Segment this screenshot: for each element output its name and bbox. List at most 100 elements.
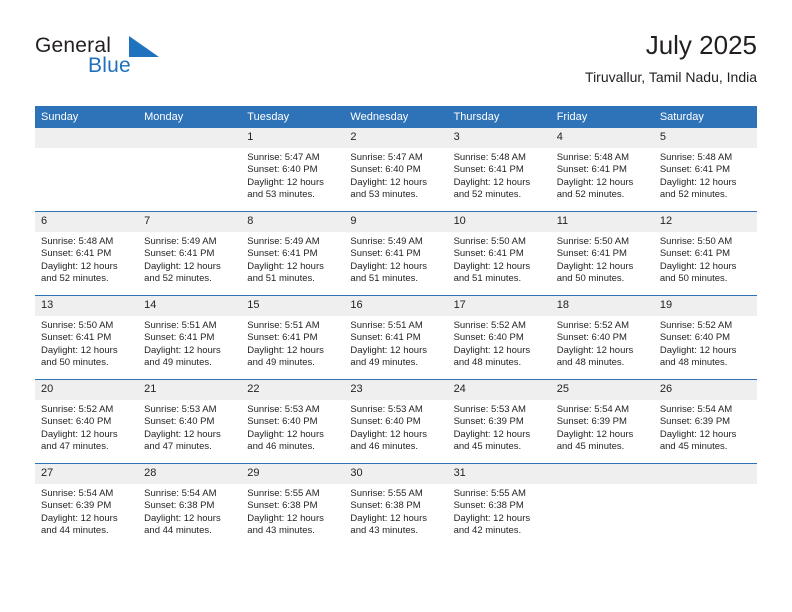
calendar-day-cell[interactable]: 18 Sunrise: 5:52 AM Sunset: 6:40 PM Dayligh… [550, 295, 654, 380]
day-number: 6 [35, 212, 139, 232]
day-details: Sunrise: 5:52 AM Sunset: 6:40 PM Daylight:… [35, 400, 138, 454]
sunset-text: Sunset: 6:40 PM [144, 416, 215, 428]
calendar-day-cell[interactable]: 5 Sunrise: 5:48 AM Sunset: 6:41 PM Daylight… [653, 128, 757, 212]
sunrise-text: Sunrise: 5:49 AM [350, 236, 423, 247]
sunset-text: Sunset: 6:41 PM [41, 248, 112, 260]
calendar-day-cell[interactable]: 21 Sunrise: 5:53 AM Sunset: 6:40 PM Dayligh… [138, 379, 242, 464]
weekday-header-friday: Friday [550, 106, 654, 128]
calendar-empty-cell [138, 128, 242, 212]
calendar-day-cell[interactable]: 10 Sunrise: 5:50 AM Sunset: 6:41 PM Dayligh… [447, 211, 551, 296]
calendar-day-cell[interactable]: 4 Sunrise: 5:48 AM Sunset: 6:41 PM Daylight… [550, 128, 654, 212]
day-number: 23 [344, 380, 448, 400]
calendar-day-cell[interactable]: 12 Sunrise: 5:50 AM Sunset: 6:41 PM Dayligh… [653, 211, 757, 296]
sunset-text: Sunset: 6:41 PM [659, 248, 731, 260]
weekday-header-thursday: Thursday [447, 106, 551, 128]
calendar-day-cell[interactable]: 20 Sunrise: 5:52 AM Sunset: 6:40 PM Dayligh… [35, 379, 139, 464]
calendar-day-cell[interactable]: 31 Sunrise: 5:55 AM Sunset: 6:38 PM Dayligh… [447, 463, 551, 547]
calendar-empty-cell [653, 463, 757, 547]
day-number: 12 [653, 212, 757, 232]
calendar-day-cell[interactable]: 3 Sunrise: 5:48 AM Sunset: 6:41 PM Daylight… [447, 128, 551, 212]
calendar-day-cell[interactable]: 2 Sunrise: 5:47 AM Sunset: 6:40 PM Daylight… [344, 128, 448, 212]
sunset-text: Sunset: 6:40 PM [350, 416, 421, 428]
day-details: Sunrise: 5:53 AM Sunset: 6:40 PM Daylight:… [344, 400, 447, 454]
daylight-text-line2: and 51 minutes. [247, 273, 315, 285]
day-number: 10 [447, 212, 551, 232]
calendar-day-cell[interactable]: 27 Sunrise: 5:54 AM Sunset: 6:39 PM Dayligh… [35, 463, 139, 547]
day-details: Sunrise: 5:48 AM Sunset: 6:41 PM Daylight:… [35, 232, 138, 286]
day-details: Sunrise: 5:49 AM Sunset: 6:41 PM Daylight:… [241, 232, 344, 286]
calendar-day-cell[interactable]: 25 Sunrise: 5:54 AM Sunset: 6:39 PM Dayligh… [550, 379, 654, 464]
calendar-day-cell[interactable]: 30 Sunrise: 5:55 AM Sunset: 6:38 PM Dayligh… [344, 463, 448, 547]
day-details: Sunrise: 5:51 AM Sunset: 6:41 PM Daylight:… [344, 316, 447, 370]
day-details: Sunrise: 5:51 AM Sunset: 6:41 PM Daylight:… [241, 316, 344, 370]
daylight-text-line1: Daylight: 12 hours [556, 260, 634, 272]
weekday-header-wednesday: Wednesday [344, 106, 448, 128]
sunset-text: Sunset: 6:40 PM [350, 164, 421, 176]
sunrise-text: Sunrise: 5:50 AM [41, 320, 114, 331]
sunrise-text: Sunrise: 5:50 AM [659, 236, 733, 247]
day-number: 26 [653, 380, 757, 400]
daylight-text-line2: and 53 minutes. [247, 189, 315, 201]
calendar-day-cell[interactable]: 9 Sunrise: 5:49 AM Sunset: 6:41 PM Daylight… [344, 211, 448, 296]
sunset-text: Sunset: 6:41 PM [247, 248, 318, 260]
calendar-day-cell[interactable]: 1 Sunrise: 5:47 AM Sunset: 6:40 PM Daylight… [241, 128, 345, 212]
calendar-day-cell[interactable]: 7 Sunrise: 5:49 AM Sunset: 6:41 PM Daylight… [138, 211, 242, 296]
weekday-header-monday: Monday [138, 106, 242, 128]
calendar-day-cell[interactable]: 23 Sunrise: 5:53 AM Sunset: 6:40 PM Dayligh… [344, 379, 448, 464]
daylight-text-line1: Daylight: 12 hours [247, 428, 324, 440]
sunrise-text: Sunrise: 5:55 AM [247, 488, 320, 499]
daylight-text-line1: Daylight: 12 hours [556, 176, 634, 188]
day-details: Sunrise: 5:48 AM Sunset: 6:41 PM Daylight:… [448, 148, 551, 202]
day-number: 2 [344, 128, 448, 148]
title-block: July 2025 Tiruvallur, Tamil Nadu, India [585, 28, 757, 87]
daylight-text-line2: and 42 minutes. [453, 525, 522, 537]
day-number: 4 [550, 128, 654, 148]
calendar-day-cell[interactable]: 11 Sunrise: 5:50 AM Sunset: 6:41 PM Dayligh… [550, 211, 654, 296]
day-details: Sunrise: 5:54 AM Sunset: 6:39 PM Daylight:… [654, 400, 757, 454]
calendar-day-cell[interactable]: 15 Sunrise: 5:51 AM Sunset: 6:41 PM Dayligh… [241, 295, 345, 380]
sunrise-text: Sunrise: 5:47 AM [247, 152, 320, 163]
calendar-day-cell[interactable]: 14 Sunrise: 5:51 AM Sunset: 6:41 PM Dayligh… [138, 295, 242, 380]
day-number: 28 [138, 464, 242, 484]
sunset-text: Sunset: 6:38 PM [247, 500, 318, 512]
calendar-day-cell[interactable]: 22 Sunrise: 5:53 AM Sunset: 6:40 PM Dayligh… [241, 379, 345, 464]
calendar-week-row: 13 Sunrise: 5:50 AM Sunset: 6:41 PM Dayligh… [35, 295, 757, 380]
sunrise-text: Sunrise: 5:51 AM [350, 320, 423, 331]
day-details: Sunrise: 5:49 AM Sunset: 6:41 PM Daylight:… [138, 232, 241, 286]
calendar-day-cell[interactable]: 28 Sunrise: 5:54 AM Sunset: 6:38 PM Dayligh… [138, 463, 242, 547]
day-number: 19 [653, 296, 757, 316]
daylight-text-line1: Daylight: 12 hours [41, 512, 118, 524]
daylight-text-line2: and 50 minutes. [556, 273, 625, 285]
calendar-day-cell[interactable]: 19 Sunrise: 5:52 AM Sunset: 6:40 PM Dayligh… [653, 295, 757, 380]
daylight-text-line2: and 46 minutes. [247, 441, 315, 453]
calendar-day-cell[interactable]: 13 Sunrise: 5:50 AM Sunset: 6:41 PM Dayligh… [35, 295, 139, 380]
sunrise-text: Sunrise: 5:50 AM [556, 236, 630, 247]
day-details: Sunrise: 5:52 AM Sunset: 6:40 PM Daylight:… [654, 316, 757, 370]
calendar-day-cell[interactable]: 6 Sunrise: 5:48 AM Sunset: 6:41 PM Daylight… [35, 211, 139, 296]
day-details: Sunrise: 5:54 AM Sunset: 6:38 PM Daylight:… [138, 484, 241, 538]
sunrise-text: Sunrise: 5:54 AM [41, 488, 114, 499]
daylight-text-line2: and 50 minutes. [41, 357, 109, 369]
calendar-day-cell[interactable]: 24 Sunrise: 5:53 AM Sunset: 6:39 PM Dayligh… [447, 379, 551, 464]
sunset-text: Sunset: 6:41 PM [659, 164, 731, 176]
calendar-page: General Blue July 2025 Tiruvallur, Tamil… [0, 0, 792, 612]
sunset-text: Sunset: 6:41 PM [350, 248, 421, 260]
sunrise-text: Sunrise: 5:48 AM [453, 152, 526, 163]
calendar-day-cell[interactable]: 26 Sunrise: 5:54 AM Sunset: 6:39 PM Dayligh… [653, 379, 757, 464]
calendar-week-row: 20 Sunrise: 5:52 AM Sunset: 6:40 PM Dayligh… [35, 379, 757, 464]
calendar-day-cell[interactable]: 8 Sunrise: 5:49 AM Sunset: 6:41 PM Daylight… [241, 211, 345, 296]
day-number: 25 [550, 380, 654, 400]
blue-triangle-flag-icon [129, 36, 159, 57]
sunrise-text: Sunrise: 5:48 AM [659, 152, 733, 163]
daylight-text-line1: Daylight: 12 hours [453, 344, 531, 356]
day-number: 18 [550, 296, 654, 316]
calendar-day-cell[interactable]: 17 Sunrise: 5:52 AM Sunset: 6:40 PM Dayligh… [447, 295, 551, 380]
day-number [138, 128, 242, 148]
daylight-text-line1: Daylight: 12 hours [453, 428, 531, 440]
daylight-text-line1: Daylight: 12 hours [350, 260, 427, 272]
calendar-day-cell[interactable]: 29 Sunrise: 5:55 AM Sunset: 6:38 PM Dayligh… [241, 463, 345, 547]
daylight-text-line1: Daylight: 12 hours [41, 344, 118, 356]
day-number: 15 [241, 296, 345, 316]
sunrise-text: Sunrise: 5:51 AM [144, 320, 217, 331]
calendar-day-cell[interactable]: 16 Sunrise: 5:51 AM Sunset: 6:41 PM Dayligh… [344, 295, 448, 380]
